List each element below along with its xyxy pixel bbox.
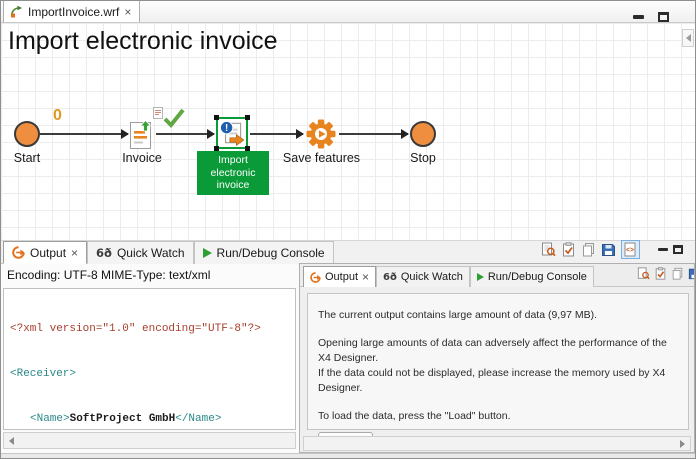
- quick-watch-glasses-icon: 6ð: [383, 272, 397, 283]
- panel-minimize-icon[interactable]: [658, 248, 668, 251]
- node-stop[interactable]: [410, 121, 436, 147]
- view-source-icon[interactable]: <>: [621, 240, 640, 259]
- close-output-tab-icon[interactable]: ×: [362, 272, 369, 282]
- svg-text:<>: <>: [626, 247, 634, 254]
- workflow-title: Import electronic invoice: [8, 27, 278, 56]
- output-toolbar: <>: [541, 240, 695, 263]
- large-output-message: The current output contains large amount…: [307, 293, 689, 430]
- bottom-panel-tab-bar: Output × 6ð Quick Watch Run/Debug Consol…: [1, 240, 695, 264]
- workflow-file-icon: [10, 5, 23, 18]
- copy-pages-icon[interactable]: [671, 267, 684, 280]
- maximize-icon[interactable]: [658, 12, 669, 22]
- node-stop-label: Stop: [399, 151, 447, 165]
- tab-output-inner[interactable]: Output ×: [303, 266, 376, 287]
- node-invoice-label: Invoice: [117, 151, 167, 165]
- edge-invoice-import[interactable]: [156, 133, 214, 135]
- node-save-features[interactable]: [306, 119, 336, 149]
- output-window-tab-bar: Output × 6ð Quick Watch Run/Debug Consol…: [300, 264, 694, 287]
- minimize-icon[interactable]: [633, 15, 644, 19]
- node-start-label: Start: [3, 151, 51, 165]
- edge-save-stop[interactable]: [339, 133, 408, 135]
- tab-quick-watch[interactable]: 6ð Quick Watch: [87, 241, 193, 264]
- node-start[interactable]: [14, 121, 40, 147]
- close-tab-icon[interactable]: ×: [124, 7, 131, 17]
- search-output-icon[interactable]: [637, 267, 650, 280]
- tab-run-debug-console-inner[interactable]: Run/Debug Console: [470, 266, 594, 287]
- xml-horizontal-scrollbar[interactable]: [3, 432, 296, 449]
- xml-root-open: <Receiver>: [10, 368, 76, 380]
- message-line-3: If the data could not be displayed, plea…: [318, 366, 678, 396]
- quick-watch-glasses-icon: 6ð: [96, 246, 112, 260]
- output-xml-pane: Encoding: UTF-8 MIME-Type: text/xml <?xm…: [1, 264, 299, 453]
- search-output-icon[interactable]: [541, 242, 556, 257]
- validate-clipboard-icon[interactable]: [561, 242, 576, 257]
- message-line-4: To load the data, press the "Load" butto…: [318, 409, 678, 424]
- edge-start-invoice[interactable]: [40, 133, 128, 135]
- collapse-panel-arrow[interactable]: [682, 29, 694, 47]
- xml-declaration: <?xml version="1.0" encoding="UTF-8"?>: [10, 323, 261, 335]
- editor-window-buttons: [633, 12, 695, 22]
- tab-output[interactable]: Output ×: [3, 241, 87, 264]
- run-icon: [477, 273, 484, 281]
- node-import-label: Import electronic invoice: [197, 151, 269, 195]
- tab-console-label: Run/Debug Console: [217, 246, 325, 260]
- editor-tab-label: ImportInvoice.wrf: [28, 5, 119, 19]
- output-icon: [12, 246, 25, 259]
- tab-run-debug-console[interactable]: Run/Debug Console: [194, 241, 334, 264]
- validate-clipboard-icon[interactable]: [654, 267, 667, 280]
- output-horizontal-scrollbar[interactable]: [303, 436, 691, 451]
- node-save-features-label: Save features: [279, 151, 364, 165]
- node-import-electronic-invoice[interactable]: !: [216, 117, 248, 149]
- tab-quick-watch-label: Quick Watch: [117, 246, 185, 260]
- output-window-toolbar: [637, 267, 695, 280]
- file-status-icon: [153, 107, 163, 119]
- import-service-icon: !: [218, 119, 246, 147]
- copy-pages-icon[interactable]: [581, 242, 596, 257]
- tab-output-label: Output: [30, 246, 66, 260]
- edge-counter-badge: 0: [53, 107, 62, 125]
- editor-tab-importinvoice[interactable]: ImportInvoice.wrf ×: [3, 0, 140, 22]
- xml-source-view[interactable]: <?xml version="1.0" encoding="UTF-8"?> <…: [3, 288, 296, 430]
- message-line-2: Opening large amounts of data can advers…: [318, 336, 678, 366]
- save-output-icon[interactable]: [601, 242, 616, 257]
- encoding-info: Encoding: UTF-8 MIME-Type: text/xml: [7, 268, 210, 282]
- x4-designer-window: ImportInvoice.wrf × Import electronic in…: [0, 0, 696, 459]
- node-invoice[interactable]: [129, 118, 155, 150]
- editor-tab-bar: ImportInvoice.wrf ×: [1, 1, 695, 23]
- edge-import-save[interactable]: [250, 133, 303, 135]
- run-icon: [203, 248, 212, 258]
- panel-maximize-icon[interactable]: [673, 245, 683, 254]
- output-detached-window: Output × 6ð Quick Watch Run/Debug Consol…: [299, 263, 695, 453]
- svg-text:!: !: [225, 123, 228, 134]
- validation-check-icon: [163, 108, 185, 128]
- output-icon: [310, 272, 321, 283]
- close-output-tab-icon[interactable]: ×: [71, 248, 78, 258]
- workflow-canvas[interactable]: Import electronic invoice 0 Start Invoic…: [1, 23, 695, 240]
- save-output-icon[interactable]: [688, 267, 695, 280]
- window-bottom-strip: [1, 453, 695, 459]
- message-line-1: The current output contains large amount…: [318, 308, 678, 323]
- tab-quick-watch-inner[interactable]: 6ð Quick Watch: [376, 266, 470, 287]
